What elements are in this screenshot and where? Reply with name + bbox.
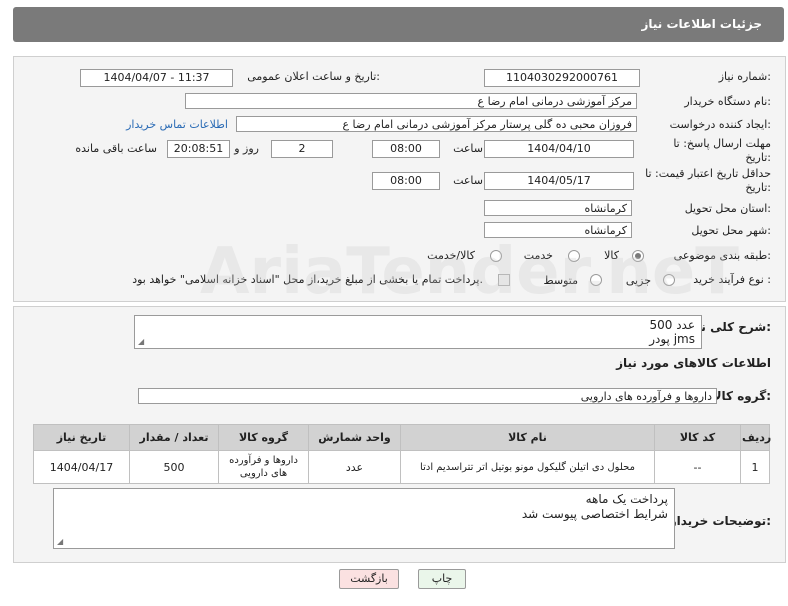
goods-section-title: اطلاعات کالاهای مورد نیاز xyxy=(616,356,771,370)
goods-group-field: داروها و فرآورده های دارویی xyxy=(138,388,717,404)
requester-label: ایجاد کننده درخواست: xyxy=(669,118,771,131)
resize-handle-icon[interactable]: ◢ xyxy=(138,337,144,346)
category-goods-service-option: کالا/خدمت xyxy=(427,249,475,262)
need-number-field: 1104030292000761 xyxy=(484,69,640,87)
col-goods-name: نام کالا xyxy=(400,424,655,451)
price-validity-time-field: 08:00 xyxy=(372,172,440,190)
goods-group-label: گروه کالا: xyxy=(712,389,771,403)
col-need-date: تاریخ نیاز xyxy=(33,424,130,451)
category-goods-radio[interactable] xyxy=(632,250,644,262)
province-field: کرمانشاه xyxy=(484,200,632,216)
description-textarea[interactable]: 500 عدد پودر jms ◢ xyxy=(134,315,702,349)
table-row: 1404/04/17 500 داروها و فرآورده های دارو… xyxy=(33,450,770,484)
city-field: کرمانشاه xyxy=(484,222,632,238)
reply-deadline-label: مهلت ارسال پاسخ: تا تاریخ: xyxy=(673,137,771,164)
reply-time-label: ساعت xyxy=(453,142,483,155)
remaining-time-label: ساعت باقی مانده xyxy=(75,142,157,155)
announce-datetime-field: 1404/04/07 - 11:37 xyxy=(80,69,233,87)
reply-date-field: 1404/04/10 xyxy=(484,140,634,158)
buyer-org-label: نام دستگاه خریدار: xyxy=(684,95,771,108)
price-validity-time-label: ساعت xyxy=(453,174,483,187)
price-validity-date-field: 1404/05/17 xyxy=(484,172,634,190)
table-header-row: تاریخ نیاز تعداد / مقدار گروه کالا واحد … xyxy=(33,424,771,451)
process-medium-radio[interactable] xyxy=(590,274,602,286)
col-row-number: ردیف xyxy=(740,424,771,451)
buyer-contact-link[interactable]: اطلاعات تماس خریدار xyxy=(126,118,228,131)
cell-row-number: 1 xyxy=(740,450,770,484)
remaining-time-field: 20:08:51 xyxy=(167,140,230,158)
description-line-2: پودر jms xyxy=(649,332,695,346)
requester-field: فروزان محبی ده گلی پرستار مرکز آموزشی در… xyxy=(236,116,637,132)
process-partial-option: جزیی xyxy=(625,274,651,287)
page-header: جزئیات اطلاعات نیاز xyxy=(13,7,784,42)
need-info-panel: شماره نیاز: 1104030292000761 تاریخ و ساع… xyxy=(13,56,786,302)
resize-handle-icon[interactable]: ◢ xyxy=(57,537,63,546)
process-partial-radio[interactable] xyxy=(663,274,675,286)
city-label: شهر محل تحویل: xyxy=(691,224,771,237)
cell-goods-code: -- xyxy=(654,450,741,484)
reply-time-field: 08:00 xyxy=(372,140,440,158)
price-validity-label: حداقل تاریخ اعتبار قیمت: تا تاریخ: xyxy=(645,167,771,194)
description-line-1: 500 عدد xyxy=(649,318,695,332)
cell-unit: عدد xyxy=(308,450,401,484)
announce-datetime-label: تاریخ و ساعت اعلان عمومی: xyxy=(247,70,380,83)
items-table: تاریخ نیاز تعداد / مقدار گروه کالا واحد … xyxy=(33,424,771,484)
reply-days-label: روز و xyxy=(234,142,259,155)
col-unit: واحد شمارش xyxy=(308,424,401,451)
process-medium-option: متوسط xyxy=(543,274,578,287)
cell-goods-group: داروها و فرآورده های دارویی xyxy=(218,450,309,484)
buyer-notes-line-2: شرایط اختصاصی پیوست شد xyxy=(521,507,668,521)
col-goods-group: گروه کالا xyxy=(218,424,309,451)
category-goods-option: کالا xyxy=(604,249,619,262)
cell-need-date: 1404/04/17 xyxy=(33,450,130,484)
reply-days-field: 2 xyxy=(271,140,333,158)
cell-quantity: 500 xyxy=(129,450,219,484)
category-label: طبقه بندی موضوعی: xyxy=(673,249,771,262)
treasury-payment-checkbox[interactable] xyxy=(498,274,510,286)
col-goods-code: کد کالا xyxy=(654,424,741,451)
buyer-org-field: مرکز آموزشی درمانی امام رضا ع xyxy=(185,93,637,109)
col-quantity: تعداد / مقدار xyxy=(129,424,219,451)
treasury-payment-note: پرداخت تمام یا بخشی از مبلغ خرید،از محل … xyxy=(132,273,483,286)
need-number-label: شماره نیاز: xyxy=(718,70,771,83)
buyer-notes-label: توضیحات خریدار: xyxy=(669,514,771,528)
back-button[interactable]: بازگشت xyxy=(339,569,399,589)
category-goods-service-radio[interactable] xyxy=(490,250,502,262)
buyer-notes-line-1: پرداخت یک ماهه xyxy=(585,492,668,506)
category-service-option: خدمت xyxy=(523,249,553,262)
print-button[interactable]: چاپ xyxy=(418,569,466,589)
cell-goods-name: محلول دی اتیلن گلیکول مونو بوتیل اتر تتر… xyxy=(400,450,655,484)
page-title: جزئیات اطلاعات نیاز xyxy=(641,17,762,31)
category-service-radio[interactable] xyxy=(568,250,580,262)
process-type-label: نوع فرآیند خرید : xyxy=(693,273,771,286)
province-label: استان محل تحویل: xyxy=(684,202,771,215)
buyer-notes-textarea[interactable]: پرداخت یک ماهه شرایط اختصاصی پیوست شد ◢ xyxy=(53,488,675,549)
